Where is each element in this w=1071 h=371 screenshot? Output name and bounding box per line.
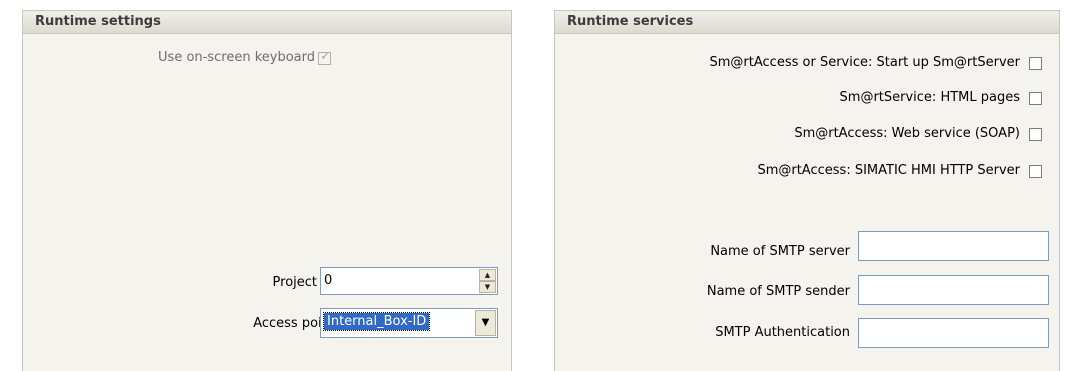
- project-id-value: 0: [324, 273, 333, 288]
- access-point-dropdown[interactable]: Internal_Box-ID ▼: [320, 308, 498, 338]
- service-label-html-pages: Sm@rtService: HTML pages: [839, 90, 1020, 105]
- smtp-auth-label: SMTP Authentication: [715, 325, 850, 340]
- service-label-soap: Sm@rtAccess: Web service (SOAP): [794, 126, 1020, 141]
- smtp-server-field[interactable]: [858, 231, 1049, 261]
- service-checkbox-http-server[interactable]: [1029, 165, 1042, 178]
- spin-down-icon: ▼: [484, 283, 491, 291]
- spin-down-button[interactable]: ▼: [479, 281, 496, 293]
- service-label-http-server: Sm@rtAccess: SIMATIC HMI HTTP Server: [757, 163, 1020, 178]
- service-label-smartserver: Sm@rtAccess or Service: Start up Sm@rtSe…: [709, 55, 1020, 70]
- runtime-services-panel: Runtime services Sm@rtAccess or Service:…: [554, 10, 1060, 371]
- smtp-server-label: Name of SMTP server: [710, 244, 850, 259]
- spin-up-icon: ▲: [484, 271, 491, 279]
- runtime-settings-header: Runtime settings: [23, 11, 511, 34]
- access-point-value: Internal_Box-ID: [322, 312, 431, 331]
- keyboard-checkbox[interactable]: ✓: [318, 49, 331, 65]
- service-checkbox-soap[interactable]: [1029, 128, 1042, 141]
- runtime-services-header: Runtime services: [555, 11, 1059, 34]
- service-checkbox-html-pages[interactable]: [1029, 92, 1042, 105]
- service-checkbox-smartserver[interactable]: [1029, 57, 1042, 70]
- dropdown-button[interactable]: ▼: [475, 310, 496, 336]
- project-id-spinner[interactable]: 0 ▲ ▼: [320, 267, 498, 295]
- runtime-settings-panel: Runtime settings Use on-screen keyboard …: [22, 10, 512, 371]
- check-icon: ✓: [320, 49, 331, 64]
- smtp-sender-label: Name of SMTP sender: [706, 284, 850, 299]
- smtp-sender-field[interactable]: [858, 275, 1049, 305]
- smtp-auth-field[interactable]: [858, 318, 1049, 348]
- chevron-down-icon: ▼: [481, 317, 490, 328]
- spinner-buttons: ▲ ▼: [479, 269, 496, 293]
- spin-up-button[interactable]: ▲: [479, 269, 496, 281]
- keyboard-label: Use on-screen keyboard: [158, 50, 315, 65]
